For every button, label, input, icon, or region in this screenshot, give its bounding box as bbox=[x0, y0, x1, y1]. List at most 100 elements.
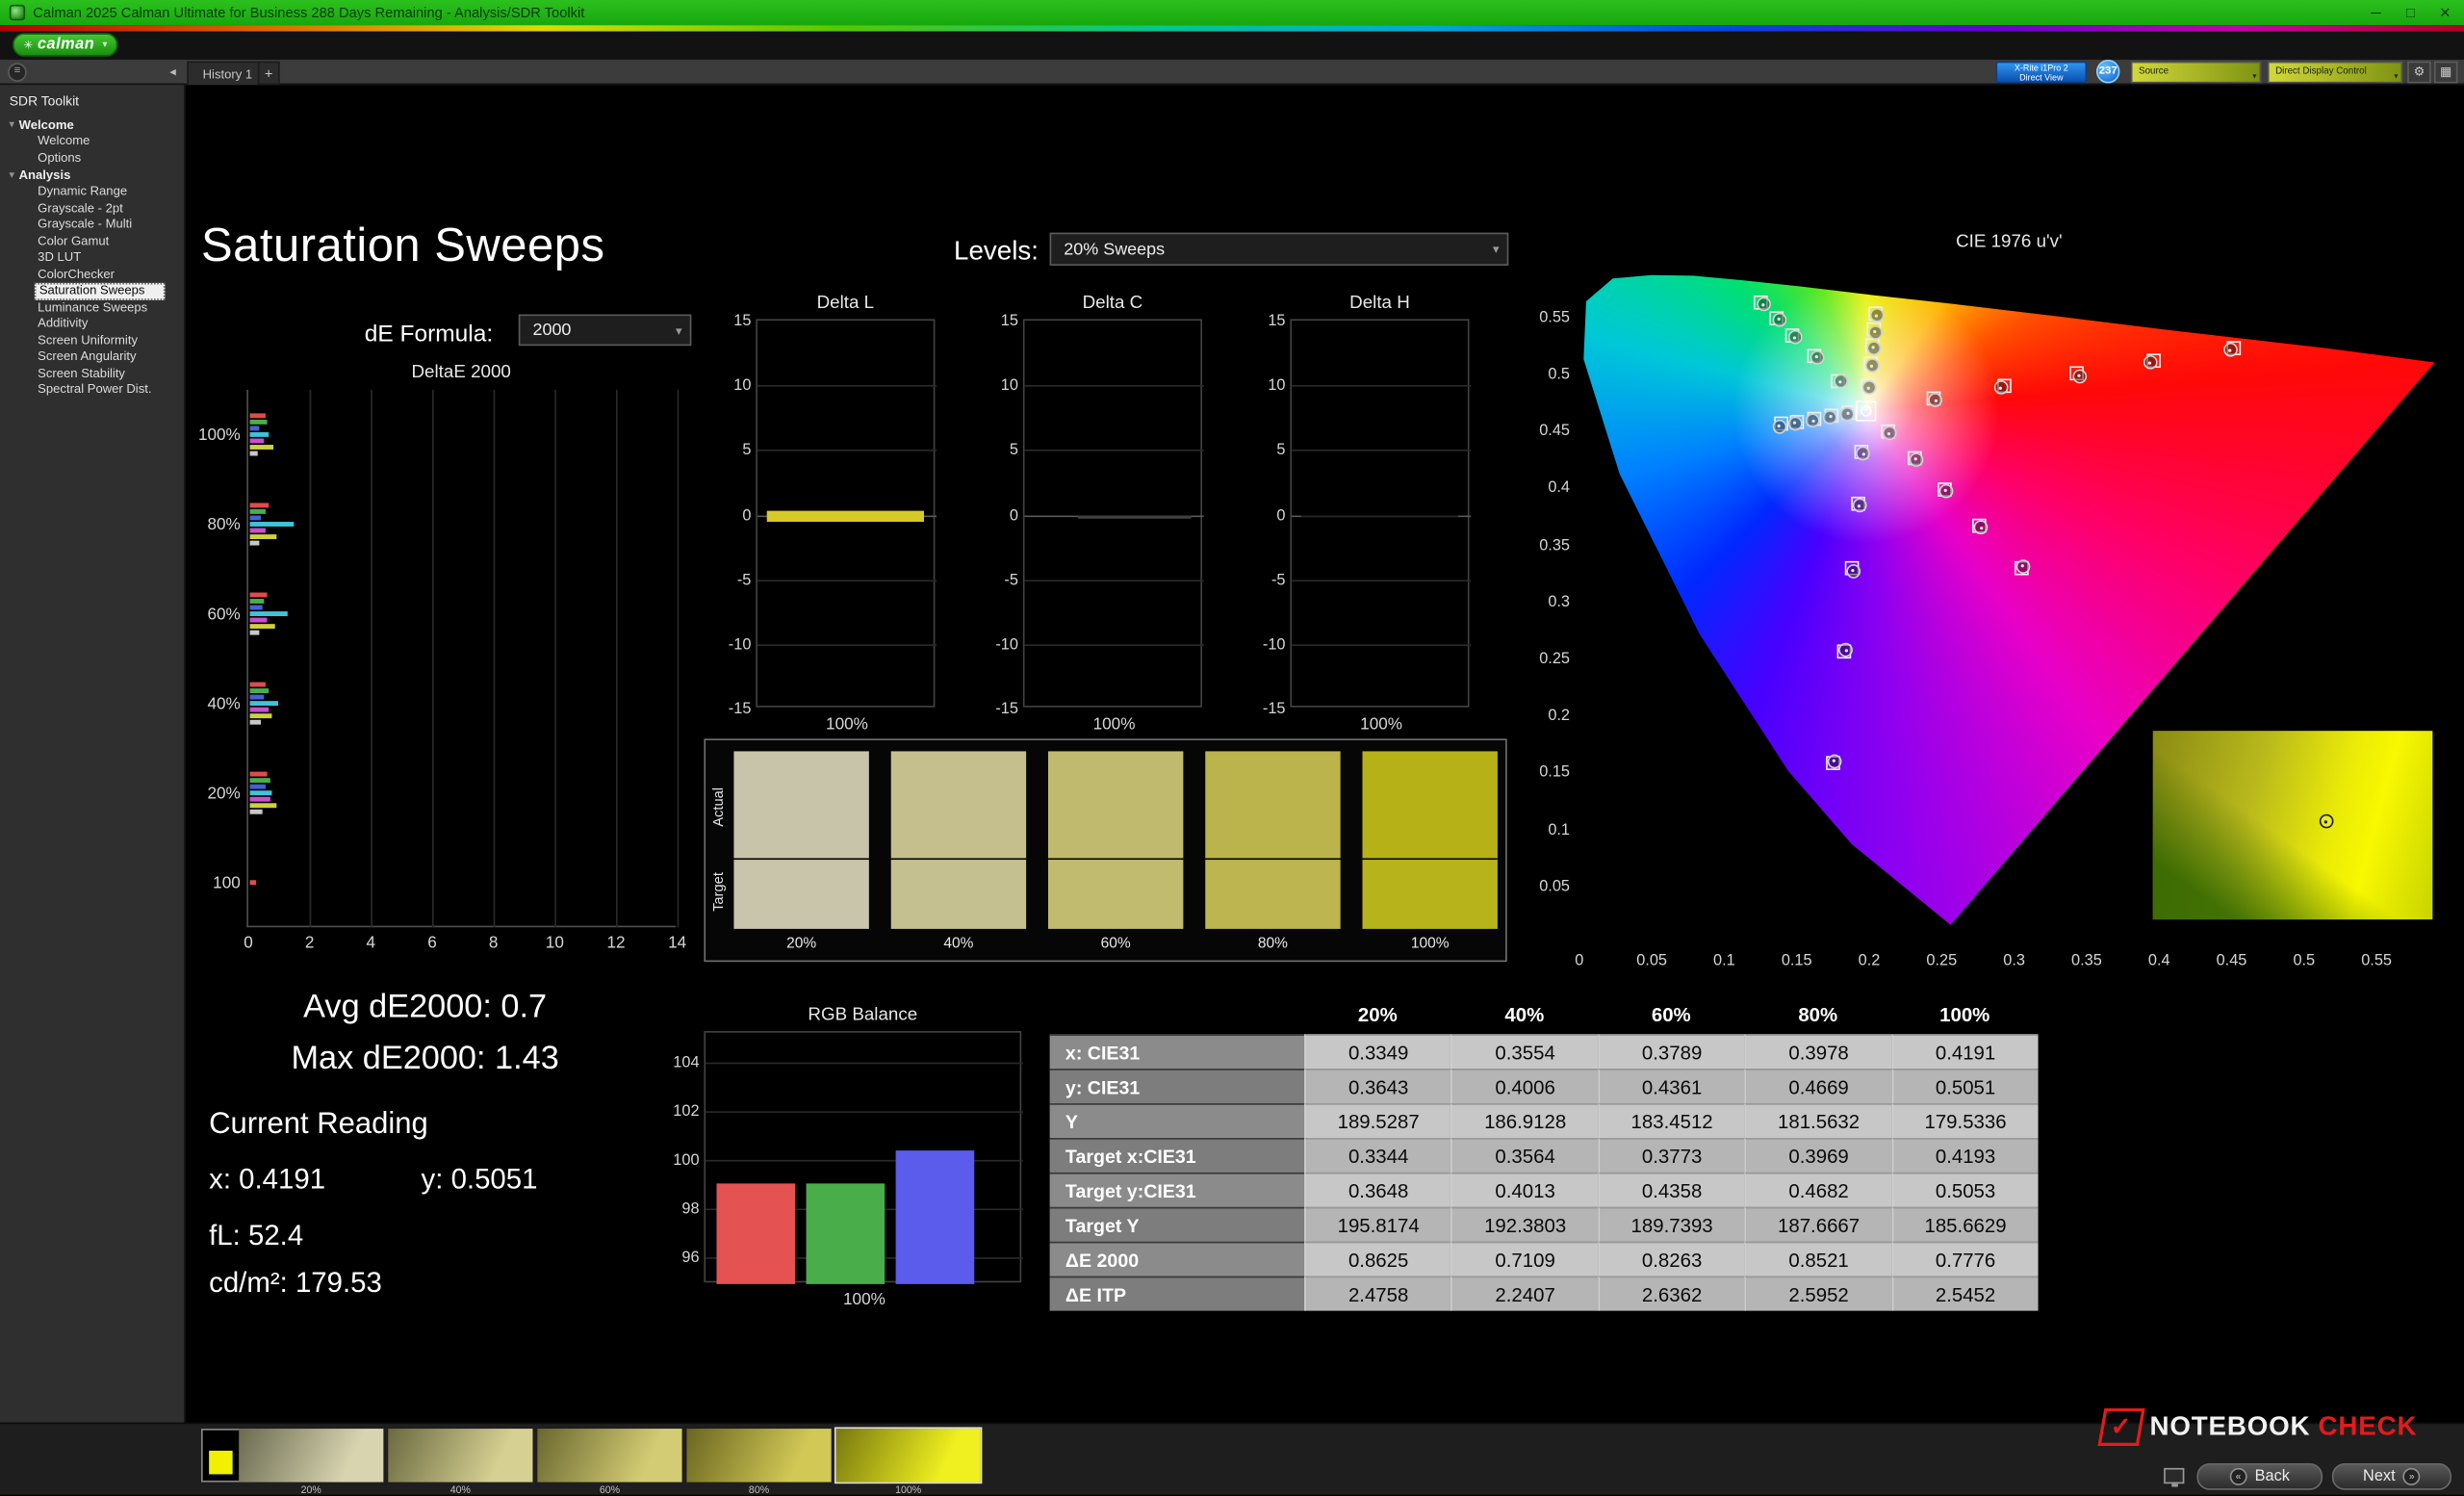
axis-tick-label: 0 bbox=[978, 507, 1018, 525]
gear-icon[interactable] bbox=[2407, 62, 2430, 84]
window-titlebar: Calman 2025 Calman Ultimate for Business… bbox=[0, 0, 2464, 25]
measured-marker bbox=[1868, 324, 1883, 339]
axis-tick-label: 2 bbox=[294, 934, 325, 953]
minimize-button[interactable]: ─ bbox=[2367, 4, 2386, 21]
axis-label: 100% bbox=[757, 715, 937, 735]
cie-chart-plot: 00.050.10.150.20.250.30.350.40.450.50.55… bbox=[1579, 271, 2439, 943]
gridline bbox=[706, 1062, 1023, 1064]
menu-icon[interactable] bbox=[8, 63, 27, 82]
sidebar-item-saturation-sweeps[interactable]: Saturation Sweeps bbox=[35, 283, 166, 299]
sidebar-collapse-icon[interactable] bbox=[164, 63, 183, 82]
sidebar-section-analysis[interactable]: Analysis bbox=[0, 167, 184, 184]
swatch-label: 60% bbox=[1048, 935, 1183, 952]
calman-logo-menu[interactable]: ✳ calman bbox=[13, 33, 118, 56]
levels-dropdown[interactable]: 20% Sweeps bbox=[1050, 233, 1509, 266]
sidebar-section-welcome[interactable]: Welcome bbox=[0, 116, 184, 134]
table-cell: 187.6667 bbox=[1745, 1207, 1891, 1242]
axis-tick-label: 0.5 bbox=[1517, 366, 1571, 383]
measured-marker bbox=[1757, 297, 1771, 312]
delta-band bbox=[1078, 515, 1191, 518]
max-de2000-stat: Max dE2000: 1.43 bbox=[201, 1041, 649, 1078]
axis-tick-label: -5 bbox=[1245, 572, 1285, 589]
table-column-header: 20% bbox=[1304, 996, 1450, 1034]
sidebar-item-color-gamut[interactable]: Color Gamut bbox=[0, 233, 184, 249]
sidebar-item-additivity[interactable]: Additivity bbox=[0, 316, 184, 332]
window-controls: ─ □ ✕ bbox=[2367, 4, 2454, 21]
axis-tick-label: 0.45 bbox=[1517, 423, 1571, 440]
de-bar bbox=[250, 796, 270, 801]
de-bar bbox=[250, 419, 267, 424]
close-button[interactable]: ✕ bbox=[2436, 4, 2455, 21]
source-dropdown[interactable]: Source bbox=[2131, 62, 2262, 84]
table-cell: 186.9128 bbox=[1451, 1103, 1598, 1138]
layout-grid-icon[interactable] bbox=[2434, 62, 2457, 84]
marker-dot bbox=[1935, 399, 1938, 401]
pattern-thumbnail-60[interactable] bbox=[537, 1429, 681, 1483]
sidebar-item-dynamic-range[interactable]: Dynamic Range bbox=[0, 184, 184, 200]
display-control-dropdown[interactable]: Direct Display Control bbox=[2268, 62, 2402, 84]
axis-tick-label: 0.25 bbox=[1517, 651, 1571, 668]
pattern-thumbnail-80[interactable] bbox=[686, 1429, 831, 1483]
measured-marker bbox=[1828, 754, 1842, 768]
table-cell: 0.3554 bbox=[1451, 1034, 1598, 1069]
table-column-header: 40% bbox=[1451, 996, 1598, 1034]
axis-tick-label: 0.15 bbox=[1517, 764, 1571, 782]
marker-dot bbox=[1778, 425, 1781, 427]
gridline bbox=[371, 390, 372, 927]
axis-tick-label: -15 bbox=[978, 701, 1018, 718]
marker-dot bbox=[1761, 303, 1764, 306]
sidebar-item-welcome[interactable]: Welcome bbox=[0, 134, 184, 150]
sidebar-item-colorchecker[interactable]: ColorChecker bbox=[0, 267, 184, 283]
sidebar-item-screen-uniformity[interactable]: Screen Uniformity bbox=[0, 332, 184, 348]
sidebar-item-options[interactable]: Options bbox=[0, 150, 184, 167]
de-bar bbox=[250, 700, 278, 705]
target-row-label: Target bbox=[710, 857, 726, 926]
meter-count-badge[interactable]: 237 bbox=[2096, 60, 2119, 83]
swatch-actual-100 bbox=[1363, 751, 1498, 858]
table-row-label: Target Y bbox=[1050, 1207, 1304, 1242]
workflow-tree: WelcomeWelcomeOptionsAnalysisDynamic Ran… bbox=[0, 116, 184, 399]
meter-device-line1: X-Rite i1Pro 2 bbox=[1997, 64, 2085, 74]
de-bar bbox=[250, 431, 269, 436]
axis-tick-label: 10 bbox=[1245, 377, 1285, 395]
marker-dot bbox=[2324, 820, 2327, 823]
sidebar-item-grayscale-2pt[interactable]: Grayscale - 2pt bbox=[0, 200, 184, 217]
axis-tick-label: 0.55 bbox=[1517, 309, 1571, 326]
sidebar-item-luminance-sweeps[interactable]: Luminance Sweeps bbox=[0, 299, 184, 316]
swatch-actual-40 bbox=[891, 751, 1026, 858]
thumbnail-label: 40% bbox=[388, 1485, 532, 1496]
sidebar-item-spectral-power-dist[interactable]: Spectral Power Dist. bbox=[0, 382, 184, 399]
de-formula-dropdown[interactable]: 2000 bbox=[519, 315, 692, 347]
sidebar-item-screen-angularity[interactable]: Screen Angularity bbox=[0, 348, 184, 365]
gridline bbox=[678, 390, 680, 927]
measured-marker bbox=[1823, 410, 1837, 425]
sidebar-section-label: Welcome bbox=[19, 117, 74, 132]
monitor-icon[interactable] bbox=[2164, 1468, 2184, 1483]
table-cell: 189.7393 bbox=[1598, 1207, 1744, 1242]
sidebar-item-screen-stability[interactable]: Screen Stability bbox=[0, 366, 184, 382]
axis-tick-label: 60% bbox=[174, 605, 241, 624]
gridline bbox=[757, 580, 937, 581]
table-cell: 0.3643 bbox=[1304, 1069, 1450, 1103]
delta-c-chart-plot: 151050-5-10-15100% bbox=[1023, 319, 1202, 707]
delta-band bbox=[766, 511, 924, 522]
next-button[interactable]: Next bbox=[2332, 1463, 2451, 1490]
swatch-label: 20% bbox=[733, 935, 868, 952]
table-row-label: Target x:CIE31 bbox=[1050, 1138, 1304, 1173]
de-bar bbox=[250, 809, 263, 813]
axis-tick-label: 96 bbox=[658, 1250, 699, 1267]
app-icon bbox=[10, 5, 25, 20]
add-tab-button[interactable]: + bbox=[258, 62, 280, 85]
tab-history-1[interactable]: History 1 bbox=[187, 62, 268, 85]
back-button[interactable]: Back bbox=[2196, 1463, 2323, 1490]
gridline bbox=[616, 390, 618, 927]
sidebar-item-grayscale-multi[interactable]: Grayscale - Multi bbox=[0, 217, 184, 233]
pattern-thumbnail-40[interactable] bbox=[388, 1429, 532, 1483]
maximize-button[interactable]: □ bbox=[2401, 4, 2421, 21]
pattern-thumbnail-20[interactable] bbox=[239, 1429, 383, 1483]
marker-dot bbox=[1794, 336, 1797, 339]
meter-device-button[interactable]: X-Rite i1Pro 2 Direct View bbox=[1995, 62, 2087, 84]
pattern-thumbnail-100[interactable] bbox=[836, 1429, 981, 1483]
table-cell: 0.3648 bbox=[1304, 1173, 1450, 1207]
sidebar-item-3d-lut[interactable]: 3D LUT bbox=[0, 250, 184, 267]
